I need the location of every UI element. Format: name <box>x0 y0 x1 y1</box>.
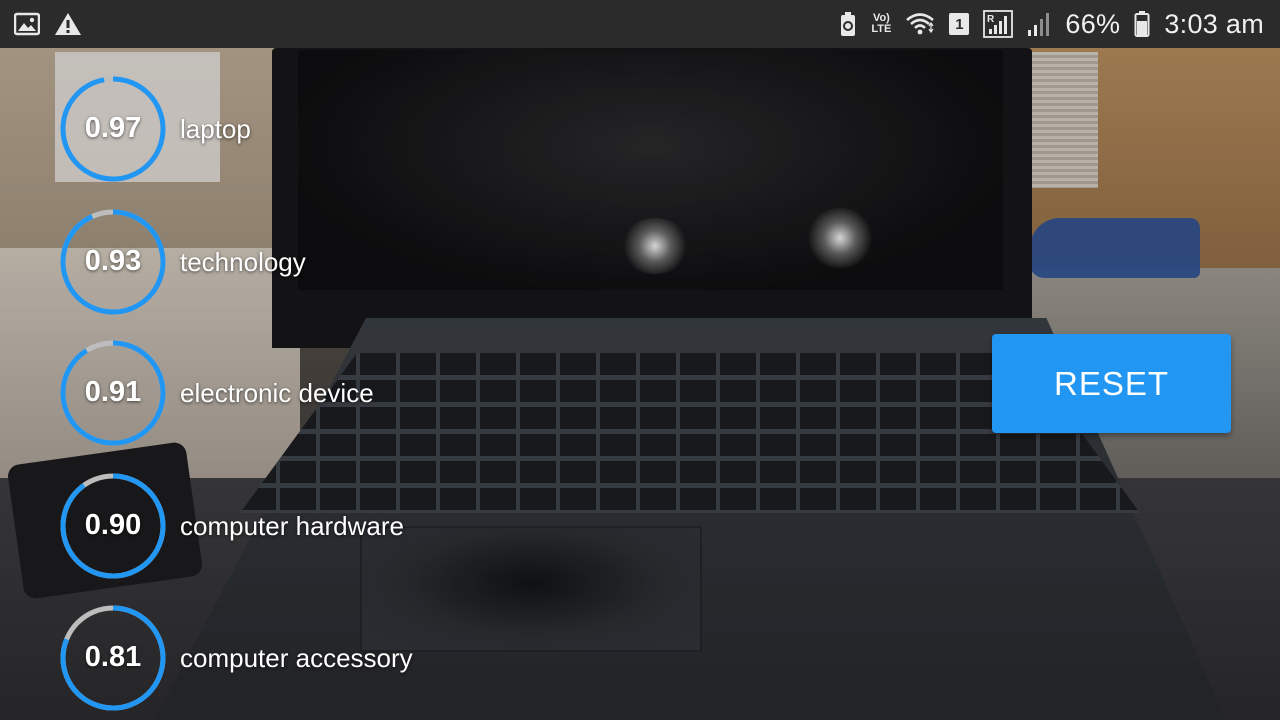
roaming-signal-icon: R <box>983 10 1014 38</box>
sim-slot-icon: 1 <box>949 13 970 35</box>
volte-bottom-label: LTE <box>871 23 892 35</box>
prediction-label: computer hardware <box>180 510 404 541</box>
prediction-label: laptop <box>180 113 251 144</box>
confidence-score: 0.81 <box>84 640 142 673</box>
image-icon <box>14 12 40 36</box>
volte-icon: Vo) LTE <box>871 13 891 35</box>
wifi-icon <box>905 12 935 36</box>
confidence-ring: 0.97 <box>58 74 168 184</box>
prediction-label: technology <box>180 246 306 277</box>
prediction-item: 0.81 computer accessory <box>58 603 518 713</box>
prediction-item: 0.90 computer hardware <box>58 471 518 581</box>
battery-icon <box>1134 10 1150 38</box>
confidence-score: 0.97 <box>84 111 142 144</box>
status-bar-right: Vo) LTE 1 R 66% 3:03 am <box>839 9 1264 40</box>
prediction-item: 0.93 technology <box>58 207 518 317</box>
reset-button[interactable]: RESET <box>992 334 1231 433</box>
confidence-ring: 0.93 <box>58 207 168 317</box>
confidence-score: 0.93 <box>84 244 142 277</box>
prediction-label: computer accessory <box>180 642 413 673</box>
confidence-ring: 0.81 <box>58 603 168 713</box>
confidence-ring: 0.90 <box>58 471 168 581</box>
clock: 3:03 am <box>1164 8 1264 39</box>
battery-percent: 66% <box>1065 8 1121 39</box>
prediction-label: electronic device <box>180 377 374 408</box>
svg-text:R: R <box>987 14 995 25</box>
status-bar: Vo) LTE 1 R 66% 3:03 am <box>0 0 1280 48</box>
app-screen: Vo) LTE 1 R 66% 3:03 am 0.97 laptop 0.93… <box>0 0 1280 720</box>
confidence-score: 0.90 <box>84 508 142 541</box>
cellular-signal-icon <box>1027 11 1051 37</box>
confidence-score: 0.91 <box>84 375 142 408</box>
battery-saver-icon <box>839 11 857 37</box>
warning-icon <box>54 11 82 37</box>
status-bar-left <box>14 11 82 37</box>
prediction-item: 0.97 laptop <box>58 74 518 184</box>
prediction-item: 0.91 electronic device <box>58 338 518 448</box>
confidence-ring: 0.91 <box>58 338 168 448</box>
